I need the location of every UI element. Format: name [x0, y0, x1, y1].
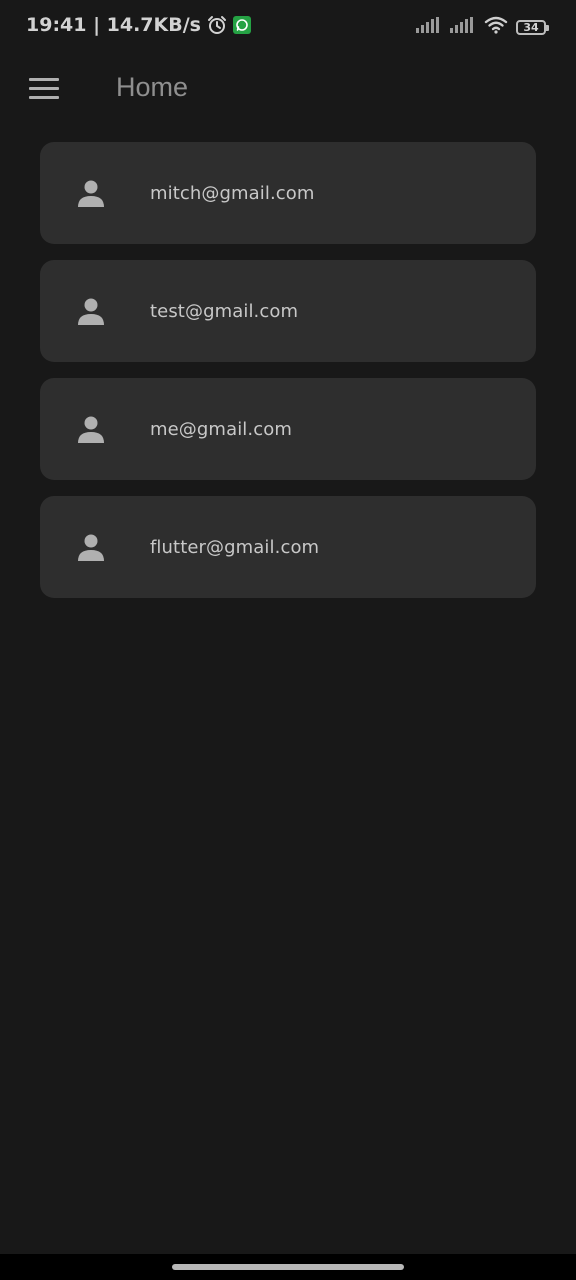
hamburger-menu-icon[interactable]	[22, 70, 66, 106]
person-icon	[76, 414, 106, 444]
page-title: Home	[116, 72, 189, 102]
home-indicator[interactable]	[172, 1264, 404, 1270]
list-item[interactable]: test@gmail.com	[40, 260, 536, 362]
status-left: 19:41 | 14.7KB/s	[26, 14, 251, 36]
list-item[interactable]: mitch@gmail.com	[40, 142, 536, 244]
app-bar: Home	[0, 56, 576, 120]
alarm-icon	[207, 15, 227, 35]
system-nav-bar	[0, 1254, 576, 1280]
user-email: mitch@gmail.com	[150, 182, 315, 204]
user-email: test@gmail.com	[150, 300, 299, 322]
list-item[interactable]: flutter@gmail.com	[40, 496, 536, 598]
user-email: me@gmail.com	[150, 418, 292, 440]
person-icon	[76, 178, 106, 208]
battery-icon: 34	[516, 20, 549, 35]
person-icon	[76, 532, 106, 562]
wifi-icon	[484, 16, 508, 39]
status-right: 34	[416, 16, 549, 39]
whatsapp-icon	[232, 16, 251, 34]
status-time-speed: 19:41 | 14.7KB/s	[26, 14, 201, 36]
person-icon	[76, 296, 106, 326]
battery-level: 34	[523, 21, 539, 34]
user-list: mitch@gmail.com test@gmail.com me@gmail.…	[40, 142, 536, 614]
status-bar: 19:41 | 14.7KB/s 34	[0, 0, 576, 56]
signal-icon	[416, 17, 442, 38]
user-email: flutter@gmail.com	[150, 536, 320, 558]
list-item[interactable]: me@gmail.com	[40, 378, 536, 480]
signal-icon	[450, 17, 476, 38]
